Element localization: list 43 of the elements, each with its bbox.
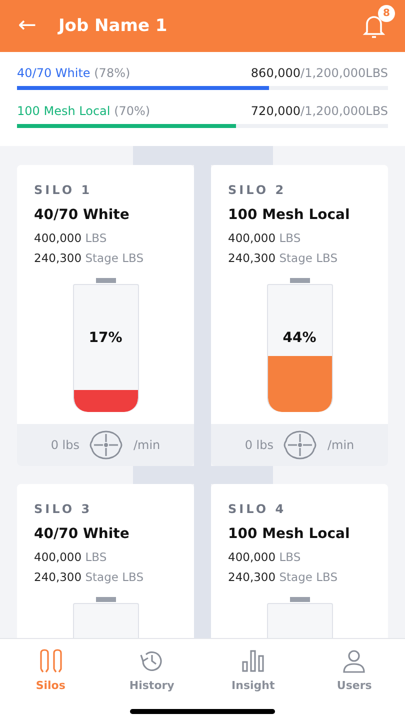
silo-stage-weight: 240,300 Stage LBS <box>34 250 144 267</box>
product-label: 40/70 White (78%) <box>17 66 130 80</box>
silo-card[interactable]: SILO 3 40/70 White 400,000 LBS 240,300 Stage LBS <box>17 484 194 638</box>
flow-unit: /min <box>327 438 354 452</box>
silo-product: 40/70 White <box>34 207 130 223</box>
silo-card[interactable]: SILO 1 40/70 White 400,000 LBS 240,300 Stage LBS 17% 0 lbs /min <box>17 165 194 466</box>
silo-stage-weight: 240,300 Stage LBS <box>228 569 338 586</box>
valve-icon <box>89 430 124 460</box>
nav-tab[interactable]: Silos <box>10 647 91 692</box>
flow-amount: 0 lbs <box>244 438 274 452</box>
notification-badge: 8 <box>378 5 395 22</box>
silo-weight: 400,000 LBS <box>228 230 302 247</box>
silo-label: SILO 3 <box>34 502 94 516</box>
silo-label: SILO 4 <box>228 502 288 516</box>
nav-tab[interactable]: History <box>112 647 192 692</box>
job-title: Job Name 1 <box>58 16 168 36</box>
silo-label: SILO 2 <box>228 183 288 197</box>
tank-cap-icon <box>290 278 310 283</box>
nav-tab[interactable]: Users <box>314 647 394 692</box>
silo-weight: 400,000 LBS <box>34 230 108 247</box>
silo-label: SILO 1 <box>34 183 94 197</box>
silo-product: 100 Mesh Local <box>228 207 351 223</box>
tank-cap-icon <box>96 278 116 283</box>
tank-cap-icon <box>290 597 310 602</box>
valve-icon <box>283 430 318 460</box>
flow-amount: 0 lbs <box>50 438 80 452</box>
silo-stage-weight: 240,300 Stage LBS <box>228 250 338 267</box>
tank-cap-icon <box>96 597 116 602</box>
silo-product: 100 Mesh Local <box>228 526 351 542</box>
silo-weight: 400,000 LBS <box>34 549 108 566</box>
silo-stage-weight: 240,300 Stage LBS <box>34 569 144 586</box>
flow-unit: /min <box>133 438 160 452</box>
nav-tab[interactable]: Insight <box>213 647 294 692</box>
back-button[interactable]: ← <box>18 15 36 37</box>
silo-card[interactable]: SILO 4 100 Mesh Local 400,000 LBS 240,300 Stage LBS <box>211 484 388 638</box>
product-amount: 860,000/1,200,000LBS <box>250 66 388 80</box>
silo-weight: 400,000 LBS <box>228 549 302 566</box>
silo-product: 40/70 White <box>34 526 130 542</box>
fill-percent: 17% <box>88 330 124 346</box>
product-label: 100 Mesh Local (70%) <box>17 104 150 118</box>
silo-card[interactable]: SILO 2 100 Mesh Local 400,000 LBS 240,300 Stage LBS 44% 0 lbs /min <box>211 165 388 466</box>
product-amount: 720,000/1,200,000LBS <box>250 104 388 118</box>
fill-percent: 44% <box>282 330 318 346</box>
